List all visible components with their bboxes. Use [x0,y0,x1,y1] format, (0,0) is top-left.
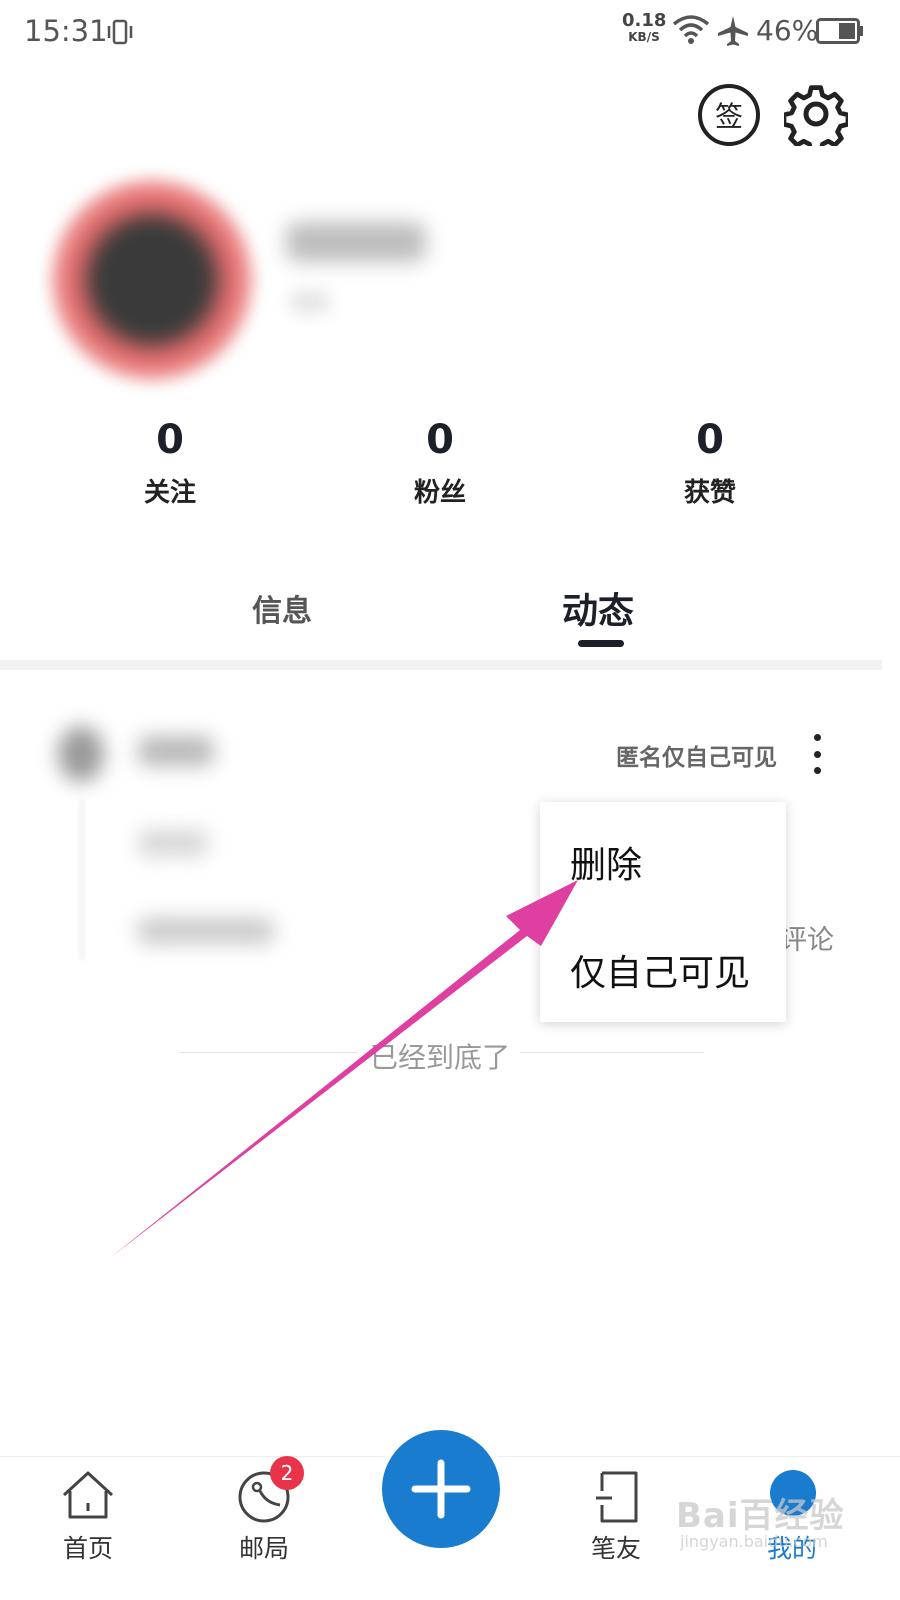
more-dot [813,767,821,774]
battery-icon [816,18,863,44]
nav-item-home[interactable]: 首页 [28,1457,148,1600]
tab-divider [0,660,882,670]
home-icon [62,1471,114,1519]
feed-thread-line [80,800,84,960]
popup-menu: 删除 仅自己可见 [540,802,786,1022]
nav-label-penpal: 笔友 [590,1534,641,1563]
plus-icon [411,1459,471,1519]
net-speed-unit: KB/S [628,30,660,44]
sign-in-label: 签 [714,100,743,133]
nav-label-home: 首页 [62,1534,113,1563]
following-label: 关注 [143,478,196,508]
more-options-button[interactable] [806,734,828,774]
username-blurred [286,222,426,262]
nav-item-penpal[interactable]: 笔友 [556,1457,676,1600]
more-dot [813,734,821,741]
more-dot [813,750,821,758]
wifi-icon [672,15,710,44]
end-of-list-text: 已经到底了 [370,1041,511,1074]
watermark-logo: Bai百经验 [676,1496,845,1536]
menu-item-delete[interactable]: 删除 [570,836,642,888]
end-divider-right [520,1052,704,1053]
feed-text-blurred-2 [138,918,274,944]
watermark-url: jingyan.baidu.com [680,1532,828,1551]
net-speed-value: 0.18 [622,10,667,31]
battery-percentage: 46% [756,14,819,47]
avatar[interactable] [52,180,252,380]
penpal-icon [596,1471,638,1523]
status-time: 15:31 [24,14,108,48]
stat-following[interactable]: 0 关注 [80,414,260,509]
comment-button[interactable]: 评论 [780,918,834,957]
fans-count: 0 [426,417,454,463]
menu-item-only-me[interactable]: 仅自己可见 [570,944,750,996]
fans-label: 粉丝 [413,478,466,508]
end-divider-left [178,1052,358,1053]
stat-fans[interactable]: 0 粉丝 [350,414,530,509]
visibility-label: 匿名仅自己可见 [616,745,777,771]
post-badge: 2 [270,1456,304,1490]
feed-text-blurred [138,830,208,856]
nav-label-post: 邮局 [238,1534,289,1563]
feed-author-avatar-blurred [58,726,104,782]
user-subtitle-blurred [290,290,330,314]
tab-dynamic[interactable]: 动态 [562,582,634,634]
likes-label: 获赞 [683,478,736,508]
status-bar: 15:31 0.18 KB/S 46% [0,0,900,64]
tab-info[interactable]: 信息 [252,586,312,630]
tab-active-indicator [578,640,624,647]
feed-author-name-blurred [138,736,214,766]
gear-icon[interactable] [784,82,848,146]
sign-in-button[interactable]: 签 [698,84,760,146]
airplane-mode-icon [718,16,748,46]
stat-likes[interactable]: 0 获赞 [620,414,800,509]
likes-count: 0 [696,417,724,463]
net-speed: 0.18 KB/S [622,10,667,44]
nav-item-post[interactable]: 邮局 [204,1457,324,1600]
vibrate-icon [107,19,133,45]
following-count: 0 [156,417,184,463]
add-button[interactable] [382,1430,500,1548]
